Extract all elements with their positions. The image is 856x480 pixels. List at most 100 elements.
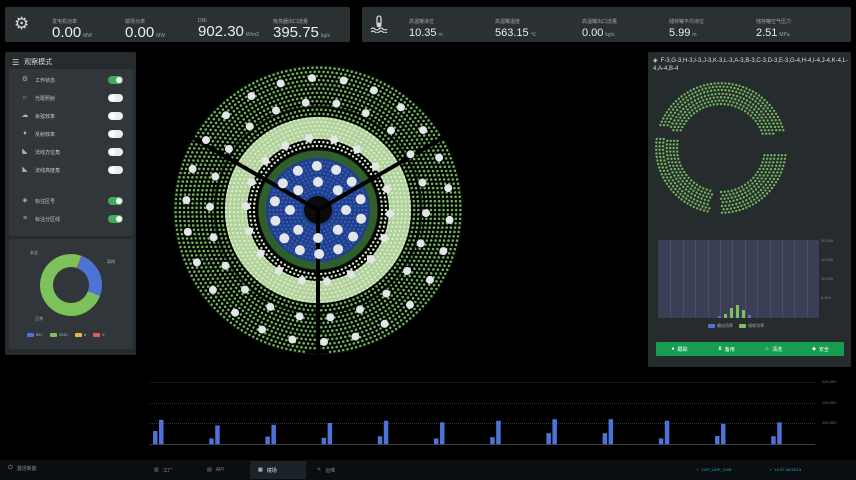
zone-marker[interactable]	[366, 255, 375, 263]
zone-marker[interactable]	[242, 202, 251, 211]
zone-marker[interactable]	[382, 184, 391, 193]
zone-marker[interactable]	[231, 308, 240, 317]
zone-marker[interactable]	[270, 215, 281, 226]
zone-marker[interactable]	[274, 266, 283, 275]
zone-marker[interactable]	[277, 178, 288, 189]
mode-item-working-status[interactable]: ⚙ 工作状态	[21, 72, 127, 88]
zone-marker[interactable]	[301, 98, 310, 107]
clean-button[interactable]: ♨ 清洗	[750, 342, 797, 356]
selected-zones-ring[interactable]	[653, 80, 793, 220]
zone-marker[interactable]	[356, 305, 364, 314]
heliostat-field-map[interactable]	[155, 60, 485, 360]
zone-marker[interactable]	[355, 194, 366, 205]
zone-marker[interactable]	[292, 165, 303, 176]
elevation-toggle[interactable]	[108, 166, 123, 174]
zone-marker[interactable]	[211, 172, 220, 181]
tab-ops[interactable]: ✎ 运维	[313, 461, 359, 479]
mode-item-cosine[interactable]: ☁ 余弦效率	[21, 108, 127, 124]
zone-marker[interactable]	[422, 209, 430, 218]
zone-marker[interactable]	[266, 302, 275, 311]
zone-marker[interactable]	[385, 209, 394, 218]
zone-marker[interactable]	[435, 153, 444, 162]
zone-marker[interactable]	[241, 285, 249, 294]
zone-marker[interactable]	[305, 134, 314, 143]
tab-api[interactable]: ▤ API	[203, 461, 249, 479]
zone-marker[interactable]	[209, 233, 218, 242]
zone-marker[interactable]	[276, 79, 285, 88]
zone-marker[interactable]	[256, 249, 265, 258]
zone-marker[interactable]	[313, 177, 323, 187]
zone-marker[interactable]	[269, 196, 280, 207]
zone-marker[interactable]	[188, 164, 197, 173]
zone-marker[interactable]	[182, 196, 191, 205]
zone-marker[interactable]	[439, 247, 448, 256]
zone-marker[interactable]	[361, 109, 370, 118]
track-button[interactable]: ● 跟踪	[656, 342, 703, 356]
zone-marker[interactable]	[247, 92, 256, 101]
zone-marker[interactable]	[416, 239, 425, 248]
zone-marker[interactable]	[351, 332, 360, 341]
zone-marker[interactable]	[192, 258, 201, 267]
zone-marker[interactable]	[261, 157, 270, 165]
region-item-label[interactable]: ◈ 标注区号	[21, 193, 127, 209]
zone-marker[interactable]	[348, 231, 359, 242]
mode-item-elevation[interactable]: ◣ 法线高度角	[21, 162, 127, 178]
zone-marker[interactable]	[208, 285, 217, 294]
zone-marker[interactable]	[326, 313, 335, 322]
zone-marker[interactable]	[202, 136, 210, 145]
zone-marker[interactable]	[293, 185, 304, 196]
region-item-lines[interactable]: ≡ 标注分区线	[21, 211, 127, 227]
zone-marker[interactable]	[297, 276, 306, 285]
zone-marker[interactable]	[418, 178, 427, 187]
zone-marker[interactable]	[444, 184, 453, 193]
zone-marker[interactable]	[406, 300, 414, 309]
zone-marker[interactable]	[311, 161, 322, 171]
zone-marker[interactable]	[206, 202, 214, 211]
zone-marker[interactable]	[313, 233, 323, 243]
zone-marker[interactable]	[279, 233, 290, 244]
cosine-toggle[interactable]	[108, 112, 123, 120]
tab-factory[interactable]: ▥ 工厂	[150, 461, 196, 479]
working-status-toggle[interactable]	[108, 76, 123, 84]
tab-field[interactable]: ▦ 镜场	[250, 461, 306, 479]
zone-marker[interactable]	[285, 205, 295, 215]
zone-marker[interactable]	[224, 145, 233, 153]
zone-marker[interactable]	[353, 145, 362, 154]
zone-marker[interactable]	[288, 335, 297, 344]
zone-marker[interactable]	[356, 213, 367, 224]
zone-marker[interactable]	[320, 337, 328, 346]
zone-marker[interactable]	[380, 319, 389, 328]
zone-marker[interactable]	[346, 176, 357, 187]
zone-marker[interactable]	[222, 111, 230, 120]
zone-marker[interactable]	[245, 122, 254, 131]
azimuth-toggle[interactable]	[108, 148, 123, 156]
zone-marker[interactable]	[426, 275, 434, 284]
safe-button[interactable]: ◆ 安全	[797, 342, 844, 356]
mode-item-spot[interactable]: ☼ 光斑照射	[21, 90, 127, 106]
spot-toggle[interactable]	[108, 94, 123, 102]
mode-item-reflect[interactable]: ♦ 反射效率	[21, 126, 127, 142]
zone-marker[interactable]	[371, 162, 380, 171]
zone-marker[interactable]	[403, 267, 412, 275]
zone-marker[interactable]	[245, 227, 254, 236]
zone-marker[interactable]	[258, 325, 267, 334]
zone-marker[interactable]	[341, 205, 351, 215]
zone-marker[interactable]	[369, 86, 378, 95]
region-lines-toggle[interactable]	[108, 215, 123, 223]
zone-marker[interactable]	[221, 261, 230, 270]
zone-marker[interactable]	[330, 135, 339, 144]
zone-marker[interactable]	[293, 224, 304, 235]
zone-marker[interactable]	[387, 126, 395, 135]
zone-marker[interactable]	[331, 164, 342, 175]
zone-marker[interactable]	[332, 224, 343, 235]
zone-marker[interactable]	[333, 244, 344, 255]
zone-marker[interactable]	[295, 312, 304, 321]
zone-marker[interactable]	[346, 270, 355, 279]
zone-marker[interactable]	[332, 185, 343, 196]
reflect-toggle[interactable]	[108, 130, 123, 138]
zone-marker[interactable]	[396, 103, 405, 112]
zone-marker[interactable]	[322, 277, 331, 286]
zone-marker[interactable]	[272, 106, 280, 115]
zone-marker[interactable]	[281, 141, 290, 150]
zone-marker[interactable]	[294, 245, 305, 256]
